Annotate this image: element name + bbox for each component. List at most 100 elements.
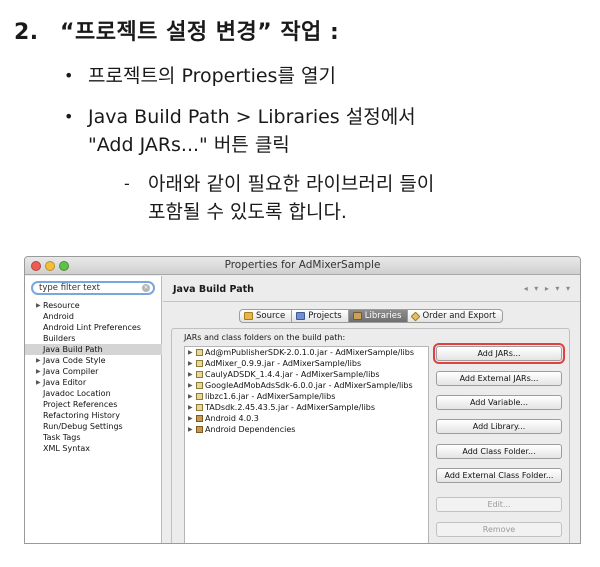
tree-item[interactable]: Refactoring History <box>25 410 162 421</box>
expand-arrow-icon[interactable]: ▶ <box>36 377 41 388</box>
tab-label: Source <box>256 311 286 321</box>
title-bar: Properties for AdMixerSample <box>25 257 580 275</box>
edit-button: Edit... <box>436 497 562 512</box>
library-item[interactable]: ▶ Ad@mPublisherSDK-2.0.1.0.jar - AdMixerS… <box>185 347 428 358</box>
tree-item[interactable]: Javadoc Location <box>25 388 162 399</box>
tree-item[interactable]: Project References <box>25 399 162 410</box>
library-label: CaulyADSDK_1.4.4.jar - AdMixerSample/lib… <box>205 370 380 379</box>
library-item[interactable]: ▶ TADsdk.2.45.43.5.jar - AdMixerSample/li… <box>185 402 428 413</box>
tree-item-label: Builders <box>43 334 76 343</box>
divider <box>163 301 580 302</box>
library-label: libzc1.6.jar - AdMixerSample/libs <box>205 392 336 401</box>
tree-item[interactable]: Android <box>25 311 162 322</box>
page-navigation-icons[interactable]: ◂ ▾ ▸ ▾ ▾ <box>524 284 572 293</box>
section-title: “프로젝트 설정 변경” 작업 : <box>60 20 340 45</box>
library-list[interactable]: ▶ Ad@mPublisherSDK-2.0.1.0.jar - AdMixerS… <box>184 346 429 543</box>
add-library-button[interactable]: Add Library... <box>436 419 562 434</box>
tab-order-and-export[interactable]: Order and Export <box>408 309 503 323</box>
tree-item[interactable]: Run/Debug Settings <box>25 421 162 432</box>
expand-arrow-icon[interactable]: ▶ <box>188 347 193 358</box>
tree-item[interactable]: ▶ Java Editor <box>25 377 162 388</box>
sub-bullet-text-line-2: 포함될 수 있도록 합니다. <box>148 201 347 223</box>
library-label: Android Dependencies <box>205 425 296 434</box>
tree-item-label: Java Editor <box>43 378 87 387</box>
libraries-icon <box>352 312 362 320</box>
library-item[interactable]: ▶ CaulyADSDK_1.4.4.jar - AdMixerSample/li… <box>185 369 428 380</box>
expand-arrow-icon[interactable]: ▶ <box>188 358 193 369</box>
expand-arrow-icon[interactable]: ▶ <box>188 369 193 380</box>
filter-input[interactable]: type filter text × <box>31 281 155 295</box>
preference-sidebar: type filter text × ▶ Resource Android Andro… <box>25 276 162 543</box>
library-label: Ad@mPublisherSDK-2.0.1.0.jar - AdMixerSa… <box>205 348 414 357</box>
tab-label: Order and Export <box>422 311 496 321</box>
libraries-panel: JARs and class folders on the build path… <box>171 328 570 543</box>
library-label: Android 4.0.3 <box>205 414 259 423</box>
add-class-folder-button[interactable]: Add Class Folder... <box>436 444 562 459</box>
bullet-text-line-2: "Add JARs..." 버튼 클릭 <box>88 134 290 156</box>
jar-icon <box>196 393 203 400</box>
tree-item[interactable]: Task Tags <box>25 432 162 443</box>
remove-button: Remove <box>436 522 562 537</box>
library-item[interactable]: ▶ Android 4.0.3 <box>185 413 428 424</box>
library-label: AdMixer_0.9.9.jar - AdMixerSample/libs <box>205 359 362 368</box>
bullet-open-properties: • 프로젝트의 Properties를 열기 <box>64 62 336 90</box>
tree-item-label: Java Code Style <box>43 356 106 365</box>
expand-arrow-icon[interactable]: ▶ <box>36 355 41 366</box>
properties-dialog: Properties for AdMixerSample type filter… <box>24 256 581 544</box>
tree-item-label: Task Tags <box>43 433 81 442</box>
library-item[interactable]: ▶ libzc1.6.jar - AdMixerSample/libs <box>185 391 428 402</box>
sub-bullet-include-libraries: - 아래와 같이 필요한 라이브러리 들이 포함될 수 있도록 합니다. <box>124 170 434 226</box>
bullet-marker: • <box>64 66 74 85</box>
tree-item-label: Refactoring History <box>43 411 120 420</box>
sub-bullet-marker: - <box>124 174 130 193</box>
add-external-jars-button[interactable]: Add External JARs... <box>436 371 562 386</box>
tree-item-label: Android Lint Preferences <box>43 323 141 332</box>
preference-tree: ▶ Resource Android Android Lint Preferences… <box>25 300 162 454</box>
page-title: Java Build Path <box>173 284 254 295</box>
bullet-build-path: • Java Build Path > Libraries 설정에서 "Add … <box>64 103 416 159</box>
expand-arrow-icon[interactable]: ▶ <box>188 424 193 435</box>
jar-icon <box>196 382 203 389</box>
tree-item[interactable]: XML Syntax <box>25 443 162 454</box>
tab-libraries[interactable]: Libraries <box>348 309 409 323</box>
order-export-icon <box>410 311 421 321</box>
expand-arrow-icon[interactable]: ▶ <box>36 366 41 377</box>
library-item[interactable]: ▶ AdMixer_0.9.9.jar - AdMixerSample/libs <box>185 358 428 369</box>
clear-filter-icon[interactable]: × <box>142 284 150 292</box>
library-item[interactable]: ▶ Android Dependencies <box>185 424 428 435</box>
tree-item-label: Resource <box>43 301 80 310</box>
library-label: TADsdk.2.45.43.5.jar - AdMixerSample/lib… <box>205 403 376 412</box>
expand-arrow-icon[interactable]: ▶ <box>188 391 193 402</box>
section-heading: 2. “프로젝트 설정 변경” 작업 : <box>14 14 339 46</box>
tree-item[interactable]: Java Build Path <box>25 344 162 355</box>
tree-item[interactable]: Builders <box>25 333 162 344</box>
tab-label: Projects <box>308 311 342 321</box>
tree-item[interactable]: ▶ Resource <box>25 300 162 311</box>
jar-icon <box>196 371 203 378</box>
tree-item-label: XML Syntax <box>43 444 91 453</box>
expand-arrow-icon[interactable]: ▶ <box>36 300 41 311</box>
jar-icon <box>196 404 203 411</box>
tab-source[interactable]: Source <box>239 309 293 323</box>
expand-arrow-icon[interactable]: ▶ <box>188 402 193 413</box>
window-title: Properties for AdMixerSample <box>224 259 381 271</box>
tree-item[interactable]: ▶ Java Compiler <box>25 366 162 377</box>
tree-item-label: Javadoc Location <box>43 389 111 398</box>
jar-icon <box>196 360 203 367</box>
tree-item[interactable]: Android Lint Preferences <box>25 322 162 333</box>
bullet-text: 프로젝트의 Properties를 열기 <box>88 65 336 87</box>
expand-arrow-icon[interactable]: ▶ <box>188 380 193 391</box>
library-item[interactable]: ▶ GoogleAdMobAdsSdk-6.0.0.jar - AdMixerSa… <box>185 380 428 391</box>
tab-projects[interactable]: Projects <box>292 309 349 323</box>
add-external-class-folder-button[interactable]: Add External Class Folder... <box>436 468 562 483</box>
expand-arrow-icon[interactable]: ▶ <box>188 413 193 424</box>
tree-item[interactable]: ▶ Java Code Style <box>25 355 162 366</box>
bullet-text-line-1: Java Build Path > Libraries 설정에서 <box>88 106 416 128</box>
build-path-tabs: Source Projects Libraries Order and Export <box>239 309 503 323</box>
library-container-icon <box>196 415 203 422</box>
tree-item-label: Run/Debug Settings <box>43 422 123 431</box>
add-variable-button[interactable]: Add Variable... <box>436 395 562 410</box>
tree-item-label: Java Compiler <box>43 367 99 376</box>
tree-item-label: Android <box>43 312 74 321</box>
add-jars-button[interactable]: Add JARs... <box>433 343 565 364</box>
